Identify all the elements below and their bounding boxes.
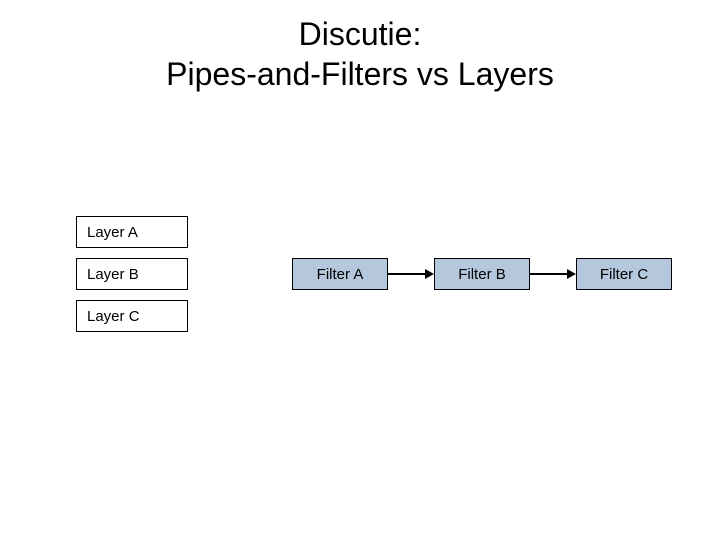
filters-pipeline: Filter A Filter B Filter C — [292, 258, 672, 290]
arrow-right-icon — [530, 273, 576, 275]
title-line-2: Pipes-and-Filters vs Layers — [166, 56, 554, 92]
title-line-1: Discutie: — [299, 16, 422, 52]
filter-label: Filter B — [458, 266, 506, 283]
layers-stack: Layer A Layer B Layer C — [76, 216, 188, 342]
slide-title: Discutie: Pipes-and-Filters vs Layers — [0, 0, 720, 94]
filter-box-b: Filter B — [434, 258, 530, 290]
arrow-right-icon — [388, 273, 434, 275]
layer-box-b: Layer B — [76, 258, 188, 290]
layer-label: Layer C — [87, 308, 140, 325]
layer-label: Layer B — [87, 266, 139, 283]
filter-label: Filter A — [317, 266, 364, 283]
layer-label: Layer A — [87, 224, 138, 241]
layer-box-a: Layer A — [76, 216, 188, 248]
filter-box-c: Filter C — [576, 258, 672, 290]
layer-box-c: Layer C — [76, 300, 188, 332]
filter-box-a: Filter A — [292, 258, 388, 290]
filter-label: Filter C — [600, 266, 648, 283]
